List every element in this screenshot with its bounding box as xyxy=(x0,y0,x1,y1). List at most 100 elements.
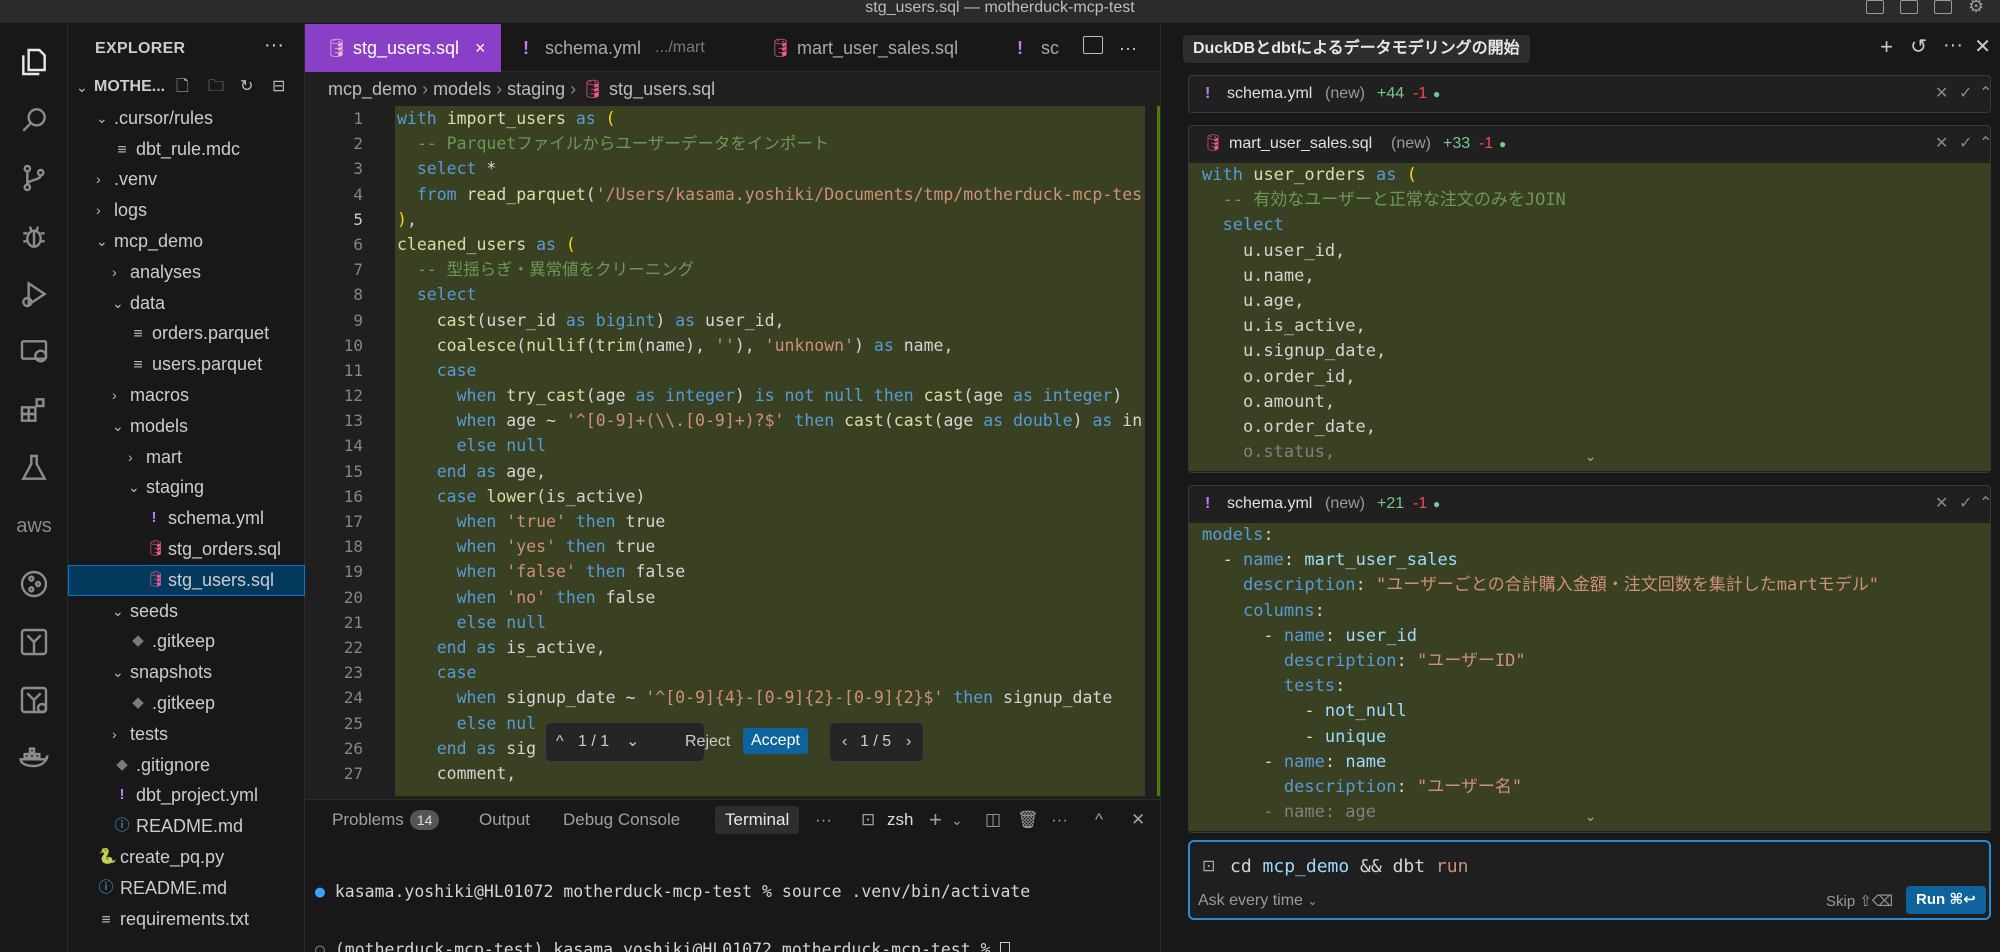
maximize-panel-icon[interactable]: ^ xyxy=(1095,800,1103,840)
breadcrumb-stg-users-sql[interactable]: stg_users.sql xyxy=(609,79,715,99)
chevron-right-icon[interactable]: › xyxy=(96,164,110,195)
remote-explorer-icon[interactable] xyxy=(16,334,52,370)
code-line[interactable]: else null xyxy=(397,433,1142,458)
chevron-down-icon[interactable]: ⌄ xyxy=(112,288,126,319)
close-panel-icon[interactable]: ✕ xyxy=(1131,800,1145,840)
chevron-down-icon[interactable]: ⌄ xyxy=(1189,448,1990,465)
chevron-up-icon[interactable]: ^ xyxy=(556,723,564,761)
tree-item[interactable]: ⌄ staging xyxy=(68,472,305,503)
extensions-icon[interactable] xyxy=(16,392,52,428)
code-line[interactable]: when 'false' then false xyxy=(397,559,1142,584)
tree-item[interactable]: › analyses xyxy=(68,257,305,288)
settings-gear-icon[interactable]: ⚙ xyxy=(1968,0,1984,17)
skip-button[interactable]: Skip ⇧⌫ xyxy=(1826,892,1893,910)
chevron-down-icon[interactable]: ⌄ xyxy=(96,226,110,257)
code-line[interactable]: -- 型揺らぎ・異常値をクリーニング xyxy=(397,257,1142,282)
code-line[interactable]: from read_parquet('/Users/kasama.yoshiki… xyxy=(397,182,1142,207)
tab-debug-console[interactable]: Debug Console xyxy=(563,800,680,840)
tree-item[interactable]: › mart xyxy=(68,442,305,473)
code-line[interactable]: else null xyxy=(397,610,1142,635)
agent-more-icon[interactable]: ··· xyxy=(1943,34,1963,57)
code-line[interactable]: case xyxy=(397,660,1142,685)
editor-more-icon[interactable]: ··· xyxy=(1119,24,1137,72)
close-icon[interactable]: × xyxy=(475,24,486,72)
panel-actions-more-icon[interactable]: ··· xyxy=(1051,800,1068,840)
toggle-sidebar-icon[interactable] xyxy=(1866,0,1884,14)
code-line[interactable]: when 'no' then false xyxy=(397,585,1142,610)
code-line[interactable]: when try_cast(age as integer) is not nul… xyxy=(397,383,1142,408)
debug-icon[interactable] xyxy=(16,218,52,254)
code-line[interactable]: end as age, xyxy=(397,459,1142,484)
trash-icon[interactable]: 🗑 xyxy=(1017,800,1039,840)
source-control-icon[interactable] xyxy=(16,160,52,196)
tree-item[interactable]: 🛢 stg_users.sql xyxy=(68,564,305,596)
accept-file-icon[interactable]: ✓ xyxy=(1959,486,1972,522)
code-line[interactable]: -- Parquetファイルからユーザーデータをインポート xyxy=(397,131,1142,156)
ask-mode-dropdown[interactable]: Ask every time ⌄ xyxy=(1198,892,1317,910)
tree-item[interactable]: 🐍 create_pq.py xyxy=(68,842,305,873)
code-line[interactable]: when age ~ '^[0-9]+(\\.[0-9]+)?$' then c… xyxy=(397,408,1143,433)
diff-card-header[interactable]: 🛢 mart_user_sales.sql (new) +33 -1 ● ✕ ✓… xyxy=(1189,126,1990,162)
expand-icon[interactable]: ⌃ xyxy=(1979,486,1990,522)
tree-item[interactable]: ≡ orders.parquet xyxy=(68,318,305,349)
panel-more-icon[interactable]: ··· xyxy=(815,800,832,840)
accept-file-icon[interactable]: ✓ xyxy=(1959,76,1972,112)
tab-stg-users-sql[interactable]: 🛢 stg_users.sql × xyxy=(305,24,501,72)
reject-file-icon[interactable]: ✕ xyxy=(1935,126,1948,162)
breadcrumb-models[interactable]: models xyxy=(433,79,491,99)
terminal-dropdown-icon[interactable]: ⌄ xyxy=(951,800,963,840)
chevron-down-icon[interactable]: ⌄ xyxy=(626,723,639,761)
breadcrumb-mcp-demo[interactable]: mcp_demo xyxy=(328,79,417,99)
toggle-panel-icon[interactable] xyxy=(1900,0,1918,14)
code-lines[interactable]: with import_users as ( -- Parquetファイルからユ… xyxy=(397,106,1142,786)
reject-button[interactable]: Reject xyxy=(685,722,730,762)
accept-file-icon[interactable]: ✓ xyxy=(1959,126,1972,162)
tab-sc-overflow[interactable]: ! sc xyxy=(1007,24,1079,72)
chevron-down-icon[interactable]: ⌄ xyxy=(128,472,142,503)
tree-item[interactable]: ◆ .gitignore xyxy=(68,750,305,781)
aws-icon[interactable]: aws xyxy=(16,508,52,544)
code-line[interactable]: ), xyxy=(397,207,1142,232)
chevron-right-icon[interactable]: › xyxy=(112,380,126,411)
tab-output[interactable]: Output xyxy=(479,800,530,840)
tree-item[interactable]: › tests xyxy=(68,719,305,750)
code-line[interactable]: when signup_date ~ '^[0-9]{4}-[0-9]{2}-[… xyxy=(397,685,1142,710)
code-line[interactable]: when 'yes' then true xyxy=(397,534,1142,559)
code-line[interactable]: select * xyxy=(397,156,1142,181)
diff-card-code[interactable]: models: - name: mart_user_sales descript… xyxy=(1189,523,1990,831)
code-editor[interactable]: 1 2 3 4 5 6 7 8 9 10 11 12 13 14 15 16 17 18 19 20 21 22 23 24 2… xyxy=(305,106,1160,796)
chevron-down-icon[interactable]: ⌄ xyxy=(1189,808,1990,825)
close-agent-icon[interactable]: ✕ xyxy=(1974,34,1991,59)
terminal-shell-name[interactable]: zsh xyxy=(887,800,913,840)
chevron-down-icon[interactable]: ⌄ xyxy=(96,103,110,134)
code-line[interactable]: case xyxy=(397,358,1142,383)
diff-card-header[interactable]: ! schema.yml (new) +44 -1 ● ✕ ✓ ⌃ xyxy=(1189,76,1990,112)
code-line[interactable]: with import_users as ( xyxy=(397,106,1142,131)
explorer-icon[interactable] xyxy=(16,44,52,80)
refresh-icon[interactable]: ↻ xyxy=(240,72,253,103)
tree-item[interactable]: ≡ requirements.txt xyxy=(68,904,305,935)
tree-item[interactable]: › macros xyxy=(68,380,305,411)
diff-card-code[interactable]: with user_orders as ( -- 有効なユーザーと正常な注文のみ… xyxy=(1189,163,1990,471)
tree-item[interactable]: ◆ .gitkeep xyxy=(68,626,305,657)
tree-item[interactable]: ⌄ mcp_demo xyxy=(68,226,305,257)
run-debug-icon[interactable] xyxy=(16,276,52,312)
agent-chat-title[interactable]: DuckDBとdbtによるデータモデリングの開始 xyxy=(1183,35,1530,63)
tab-schema-yml[interactable]: ! schema.yml .../mart xyxy=(501,24,747,72)
git-graph-icon[interactable] xyxy=(16,566,52,602)
tree-item[interactable]: ≡ users.parquet xyxy=(68,349,305,380)
chevron-left-icon[interactable]: ‹ xyxy=(842,723,847,761)
testing-flask-icon[interactable] xyxy=(16,450,52,486)
workspace-root[interactable]: ⌄ MOTHE... 🗋 🗀 ↻ ⊟ xyxy=(68,72,305,103)
docker-icon[interactable] xyxy=(16,740,52,776)
agent-composer[interactable]: ⊡ cd mcp_demo && dbt run Ask every time … xyxy=(1188,840,1991,920)
terminal-command[interactable]: cd mcp_demo && dbt run xyxy=(1230,856,1468,877)
tree-item[interactable]: ⓘ README.md xyxy=(68,873,305,904)
tree-item[interactable]: ! schema.yml xyxy=(68,503,305,534)
tree-item[interactable]: ⌄ data xyxy=(68,288,305,319)
code-line[interactable]: case lower(is_active) xyxy=(397,484,1142,509)
tab-problems[interactable]: Problems 14 xyxy=(332,800,440,840)
dbt-icon[interactable] xyxy=(16,624,52,660)
chevron-right-icon[interactable]: › xyxy=(906,723,911,761)
tree-item[interactable]: › logs xyxy=(68,195,305,226)
